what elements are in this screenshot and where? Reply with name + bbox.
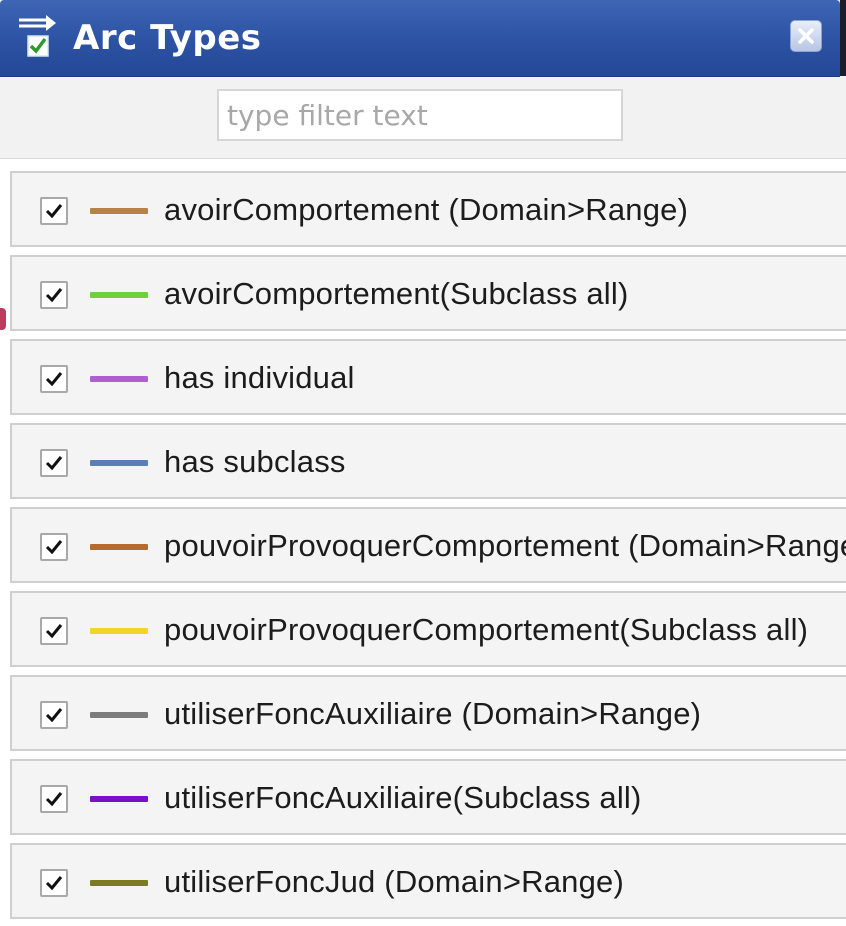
arc-type-label: utiliserFoncAuxiliaire (Domain>Range) <box>164 696 702 731</box>
arc-color-swatch <box>90 208 148 214</box>
checkmark-icon <box>45 624 63 639</box>
filter-input[interactable] <box>217 89 623 141</box>
arc-type-checkbox[interactable] <box>40 365 68 393</box>
arc-types-panel: Arc Types avoirComportement (Domain>Rang… <box>0 0 846 926</box>
arc-type-checkbox[interactable] <box>40 869 68 897</box>
arc-type-label: avoirComportement(Subclass all) <box>164 276 629 311</box>
checkmark-icon <box>45 456 63 471</box>
arc-color-swatch <box>90 712 148 718</box>
arc-color-swatch <box>90 544 148 550</box>
arc-type-label: avoirComportement (Domain>Range) <box>164 192 689 227</box>
arc-types-list: avoirComportement (Domain>Range) avoirCo… <box>0 158 846 926</box>
arc-type-row[interactable]: utiliserFoncAuxiliaire (Domain>Range) <box>10 675 846 751</box>
arc-type-row[interactable]: has subclass <box>10 423 846 499</box>
arc-color-swatch <box>90 460 148 466</box>
panel-titlebar[interactable]: Arc Types <box>0 0 840 77</box>
arc-type-label: has subclass <box>164 444 346 479</box>
arc-color-swatch <box>90 796 148 802</box>
arc-type-row[interactable]: utiliserFoncAuxiliaire(Subclass all) <box>10 759 846 835</box>
checkmark-icon <box>45 372 63 387</box>
arc-type-row[interactable]: avoirComportement (Domain>Range) <box>10 171 846 247</box>
checkmark-icon <box>45 204 63 219</box>
arc-type-label: pouvoirProvoquerComportement (Domain>Ran… <box>164 528 846 563</box>
arc-type-checkbox[interactable] <box>40 197 68 225</box>
filter-checklist-icon <box>16 12 60 58</box>
arc-type-checkbox[interactable] <box>40 617 68 645</box>
arc-color-swatch <box>90 376 148 382</box>
arc-color-swatch <box>90 880 148 886</box>
arc-type-checkbox[interactable] <box>40 533 68 561</box>
arc-type-label: utiliserFoncAuxiliaire(Subclass all) <box>164 780 642 815</box>
arc-color-swatch <box>90 292 148 298</box>
window-edge <box>840 0 846 76</box>
side-drag-handle[interactable] <box>0 308 6 330</box>
arc-type-label: has individual <box>164 360 355 395</box>
close-button[interactable] <box>790 20 822 52</box>
arc-type-label: pouvoirProvoquerComportement(Subclass al… <box>164 612 809 647</box>
arc-type-label: utiliserFoncJud (Domain>Range) <box>164 864 625 899</box>
checkmark-icon <box>45 792 63 807</box>
arc-type-checkbox[interactable] <box>40 449 68 477</box>
arc-type-row[interactable]: utiliserFoncJud (Domain>Range) <box>10 843 846 919</box>
arc-type-row[interactable]: pouvoirProvoquerComportement (Domain>Ran… <box>10 507 846 583</box>
arc-type-checkbox[interactable] <box>40 785 68 813</box>
arc-type-checkbox[interactable] <box>40 701 68 729</box>
checkmark-icon <box>45 708 63 723</box>
arc-type-row[interactable]: has individual <box>10 339 846 415</box>
checkmark-icon <box>45 876 63 891</box>
arc-color-swatch <box>90 628 148 634</box>
panel-title: Arc Types <box>73 18 262 58</box>
arc-type-row[interactable]: pouvoirProvoquerComportement(Subclass al… <box>10 591 846 667</box>
checkmark-icon <box>45 540 63 555</box>
arc-type-checkbox[interactable] <box>40 281 68 309</box>
arc-type-row[interactable]: avoirComportement(Subclass all) <box>10 255 846 331</box>
close-icon <box>798 28 814 44</box>
checkmark-icon <box>45 288 63 303</box>
